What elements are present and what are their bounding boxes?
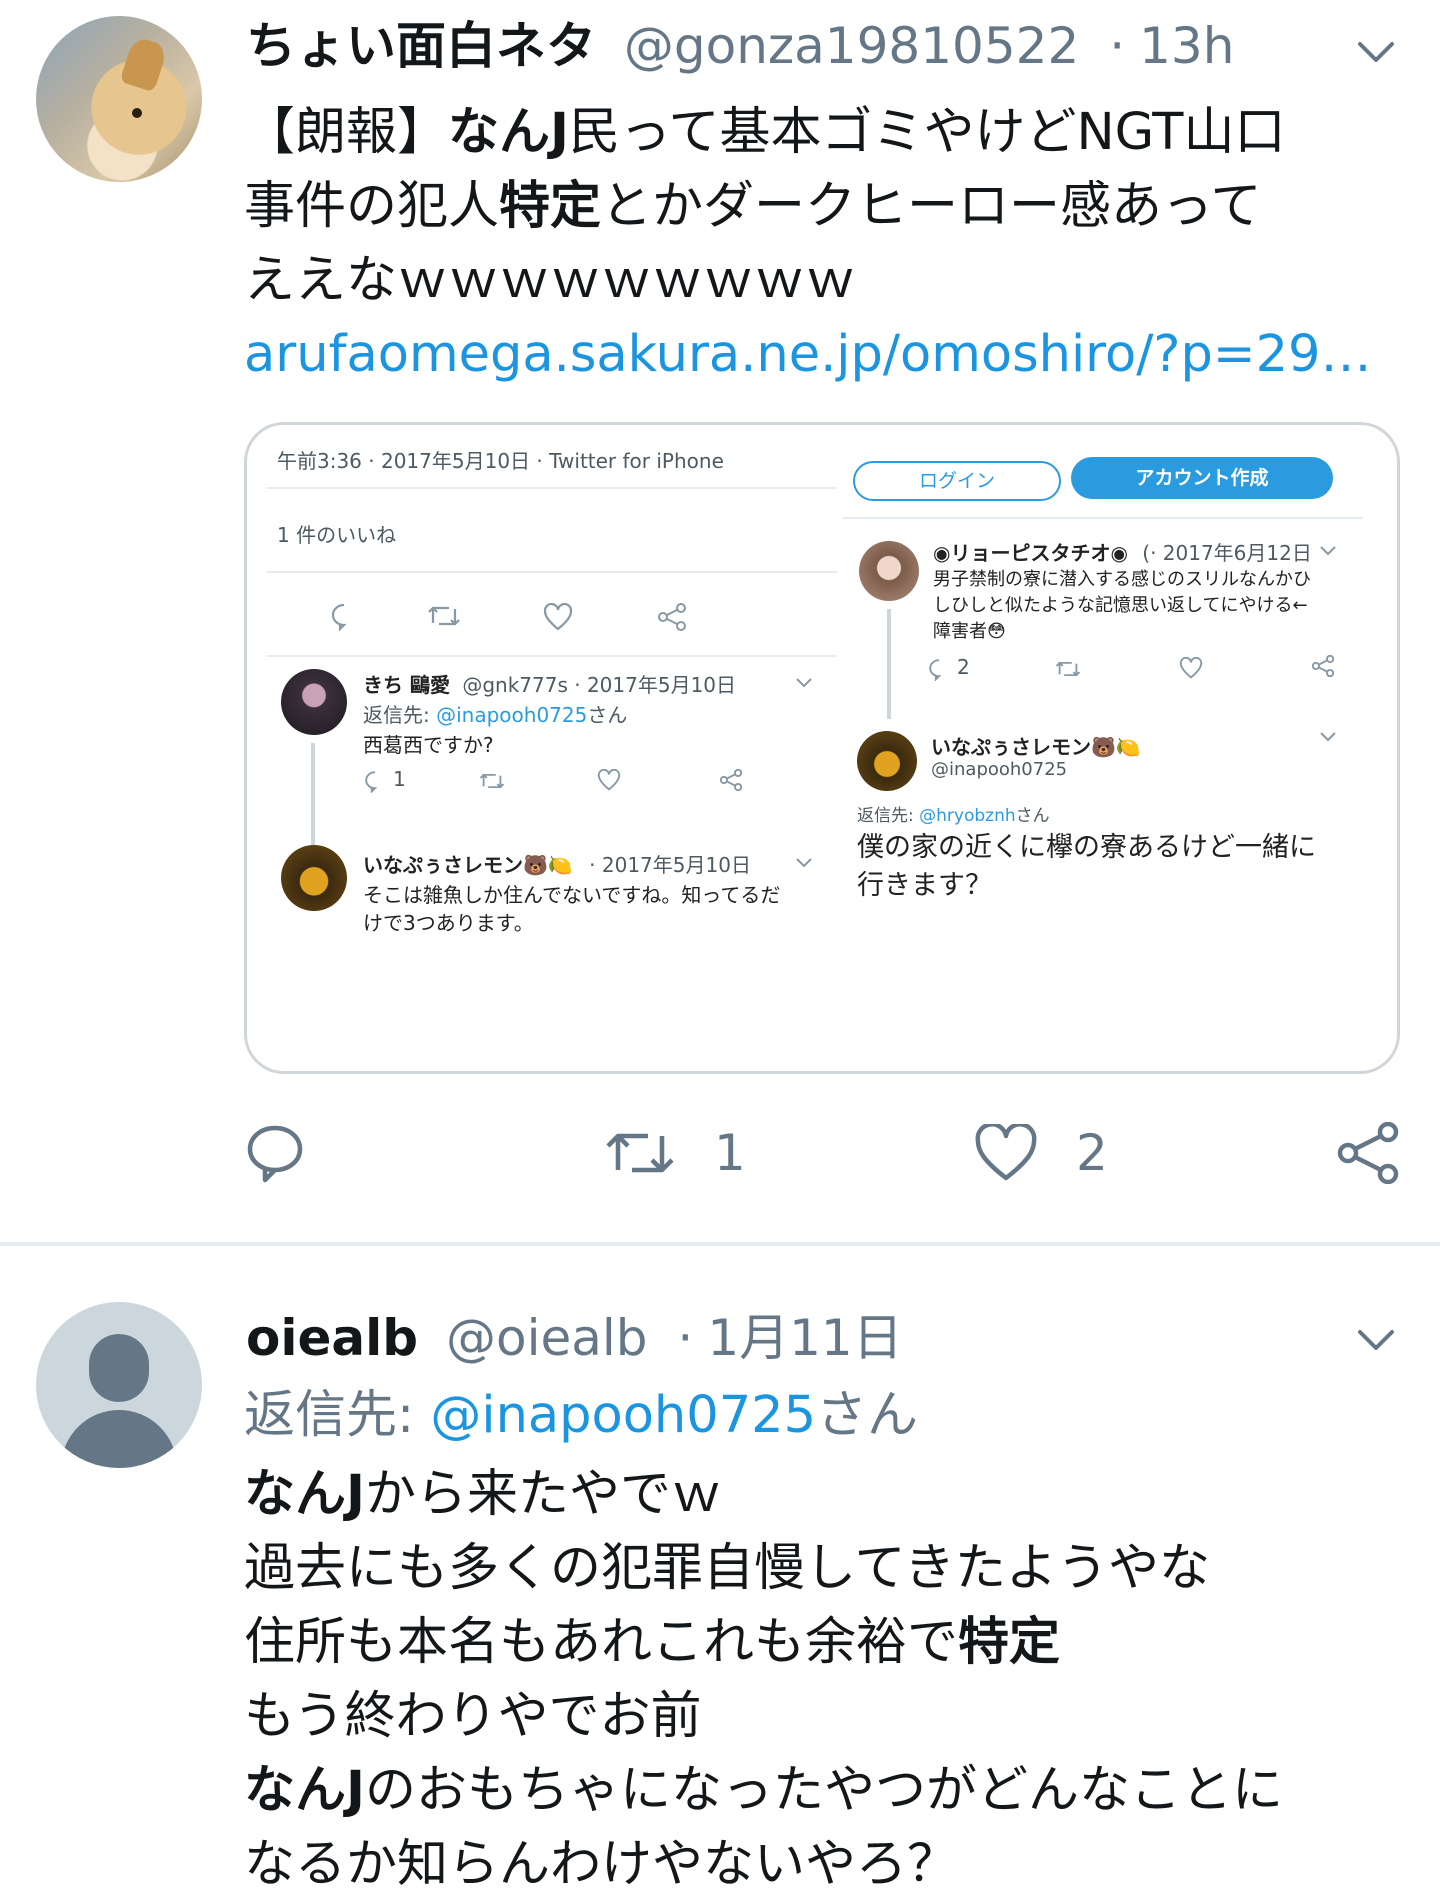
share-icon: [658, 603, 686, 631]
tweet-divider: [0, 1242, 1440, 1246]
reply-icon: [247, 1125, 303, 1183]
retweet-icon: [479, 773, 505, 789]
reply-header: ◉リョーピスタチオ◉ (· 2017年6月12日: [933, 541, 1312, 565]
tweet-text: 【朗報】なんJ民って基本ゴミやけどNGT山口 事件の犯人特定とかダークヒーロー感…: [244, 96, 1414, 392]
avatar: [281, 669, 347, 735]
chevron-down-icon[interactable]: [1356, 32, 1396, 72]
tweet-text: 障害者😳: [933, 621, 1006, 642]
retweet-icon: [606, 1133, 674, 1173]
reply-count: 2: [957, 655, 970, 679]
reply-icon: [331, 603, 347, 631]
heart-icon: [543, 603, 573, 631]
avatar: [857, 731, 917, 791]
chevron-down-icon: [796, 678, 812, 688]
separator: ·: [1109, 17, 1126, 75]
reply-icon: [929, 659, 942, 681]
reply-button[interactable]: [244, 1118, 306, 1188]
reply-text: けで3つあります。: [363, 911, 534, 935]
share-button[interactable]: [1336, 1118, 1400, 1188]
reply-to: 返信先: @inapooh0725さん: [363, 703, 628, 727]
dog-ear: [119, 35, 169, 93]
reply-text: 西葛西ですか?: [363, 733, 494, 757]
heart-icon: [597, 769, 621, 791]
reply-header: きち 鷗愛 @gnk777s · 2017年5月10日: [363, 673, 737, 697]
avatar[interactable]: [36, 16, 202, 182]
chevron-down-icon: [1320, 732, 1336, 742]
tweet-text: なんJから来たやでｗ 過去にも多くの犯罪自慢してきたようやな 住所も本名もあれこ…: [244, 1465, 1283, 1894]
tweet-text: 行きます？: [857, 870, 992, 901]
like-count: 2: [1076, 1124, 1108, 1182]
heart-icon: [975, 1124, 1037, 1181]
retweet-icon: [428, 606, 460, 626]
display-name[interactable]: oiealb: [246, 1309, 418, 1367]
timestamp[interactable]: 1月11日: [707, 1309, 902, 1367]
share-icon: [1311, 655, 1335, 677]
handle[interactable]: @gonza19810522: [624, 17, 1079, 75]
tweet-text: しひしと似たような記憶思い返してにやける←: [933, 595, 1308, 616]
chevron-down-icon: [796, 858, 812, 868]
signup-button: アカウント作成: [1071, 457, 1333, 499]
reply-text: そこは雑魚しか住んでないですね。知ってるだ: [363, 883, 781, 907]
avatar: [281, 845, 347, 911]
tweet-header: oiealb @oiealb · 1月11日: [246, 1306, 903, 1370]
reply-to: 返信先: @hryobznhさん: [857, 806, 1050, 826]
chevron-down-icon[interactable]: [1356, 1320, 1396, 1360]
chevron-down-icon: [1320, 546, 1336, 556]
reply-to: 返信先: @inapooh0725さん: [244, 1386, 919, 1445]
reply-to-link[interactable]: @inapooh0725: [430, 1386, 816, 1445]
avatar: [859, 541, 919, 601]
reply-count: 1: [393, 767, 406, 791]
login-button: ログイン: [853, 461, 1061, 501]
tweet-header: ちょい面白ネタ @gonza19810522 · 13h: [246, 14, 1234, 78]
media-meta: 午前3:36 · 2017年5月10日 · Twitter for iPhone: [277, 449, 724, 473]
like-button[interactable]: 2: [974, 1118, 1108, 1188]
timestamp[interactable]: 13h: [1139, 17, 1234, 75]
reply-header: いなぷぅさレモン🐻🍋: [931, 735, 1141, 759]
dog-eye: [132, 108, 142, 118]
handle[interactable]: @oiealb: [446, 1309, 648, 1367]
tweet-actions: 1 2: [244, 1118, 1399, 1188]
display-name[interactable]: ちょい面白ネタ: [246, 17, 596, 75]
handle: @inapooh0725: [931, 759, 1068, 780]
media-likes: 1 件のいいね: [277, 523, 397, 547]
retweet-count: 1: [714, 1124, 746, 1182]
default-user-body: [61, 1410, 177, 1468]
reply-icon: [365, 771, 378, 793]
default-user-head: [89, 1334, 149, 1402]
tweet-link[interactable]: arufaomega.sakura.ne.jp/omoshiro/?p=29…: [244, 318, 1414, 392]
retweet-icon: [1055, 661, 1081, 677]
avatar[interactable]: [36, 1302, 202, 1468]
tweet-text: 男子禁制の寮に潜入する感じのスリルなんかひ: [933, 569, 1311, 590]
separator: ·: [677, 1309, 694, 1367]
retweet-button[interactable]: 1: [604, 1118, 746, 1188]
tweet-text: 僕の家の近くに欅の寮あるけど一緒に: [857, 832, 1316, 863]
share-icon: [719, 769, 743, 791]
share-icon: [1337, 1122, 1399, 1184]
reply-header: いなぷぅさレモン🐻🍋 · 2017年5月10日: [363, 853, 751, 877]
heart-icon: [1179, 657, 1203, 679]
media-image[interactable]: 午前3:36 · 2017年5月10日 · Twitter for iPhone…: [244, 422, 1400, 1074]
